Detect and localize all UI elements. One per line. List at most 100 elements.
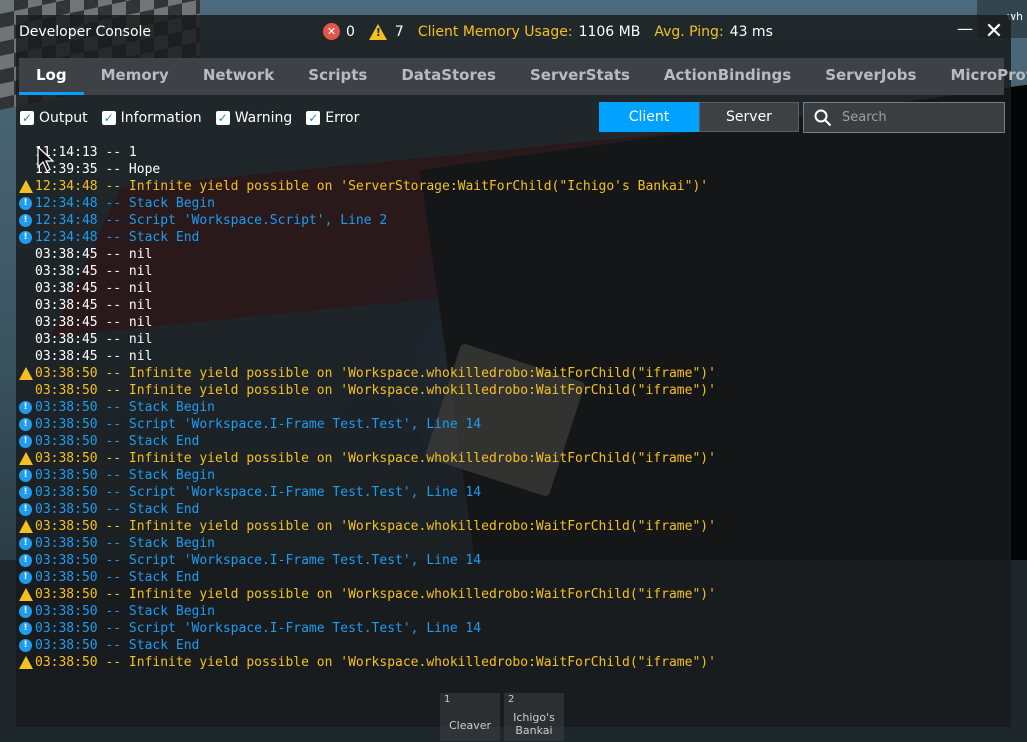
tab-log[interactable]: Log <box>19 58 84 95</box>
hotbar-slot-1[interactable]: 1 Cleaver <box>440 693 500 741</box>
hotbar-slot-number: 2 <box>508 694 515 705</box>
log-entry-text: 03:38:50 -- Script 'Workspace.I-Frame Te… <box>35 417 482 432</box>
ping-label: Avg. Ping: <box>654 23 724 40</box>
tab-serverstats[interactable]: ServerStats <box>513 58 647 95</box>
info-icon: ! <box>19 622 32 635</box>
filter-error[interactable]: ✓ Error <box>306 110 359 126</box>
hotbar-slot-label: Ichigo's Bankai <box>513 711 555 737</box>
tab-actionbindings[interactable]: ActionBindings <box>647 58 808 95</box>
warning-icon <box>19 180 33 193</box>
info-icon: ! <box>19 605 32 618</box>
output-checkbox-icon[interactable]: ✓ <box>20 111 34 125</box>
log-entry-text: 03:38:45 -- nil <box>35 315 153 330</box>
tab-serverjobs[interactable]: ServerJobs <box>808 58 933 95</box>
info-icon: ! <box>19 418 32 431</box>
log-entry-text: 03:38:50 -- Script 'Workspace.I-Frame Te… <box>35 621 482 636</box>
filter-output[interactable]: ✓ Output <box>20 110 88 126</box>
log-entry-text: 12:34:48 -- Stack Begin <box>35 196 216 211</box>
memory-value: 1106 MB <box>578 23 641 40</box>
log-output[interactable]: 11:14:13 -- 1 11:39:35 -- Hope 12:34:48 --… <box>16 144 1011 674</box>
minimize-button[interactable]: — <box>954 19 976 43</box>
log-entry-text: 03:38:50 -- Infinite yield possible on '… <box>35 519 716 534</box>
tab-memory[interactable]: Memory <box>84 58 186 95</box>
search-box[interactable] <box>803 102 1005 133</box>
hotbar-slot-2[interactable]: 2 Ichigo's Bankai <box>504 693 564 741</box>
ping-value: 43 ms <box>729 23 773 40</box>
tab-datastores[interactable]: DataStores <box>384 58 513 95</box>
log-entry-text: 03:38:45 -- nil <box>35 247 153 262</box>
log-entry-text: 03:38:50 -- Stack End <box>35 502 200 517</box>
log-entry-text: 03:38:50 -- Infinite yield possible on '… <box>35 366 716 381</box>
log-entry-text: 12:34:48 -- Infinite yield possible on '… <box>35 179 709 194</box>
info-icon: ! <box>19 554 32 567</box>
log-entry-text: 03:38:50 -- Stack End <box>35 638 200 653</box>
warning-icon <box>368 23 387 40</box>
info-icon: ! <box>19 214 32 227</box>
close-button[interactable]: ✕ <box>982 19 1006 45</box>
console-titlebar[interactable]: Developer Console ✕ 0 7 Client Memory Us… <box>16 15 1011 51</box>
log-entry-text: 03:38:50 -- Infinite yield possible on '… <box>35 383 716 398</box>
info-icon: ! <box>19 469 32 482</box>
info-icon: ! <box>19 401 32 414</box>
filter-error-label: Error <box>325 110 360 126</box>
client-server-toggle: Client Server <box>599 102 799 132</box>
log-entry-text: 12:34:48 -- Stack End <box>35 230 200 245</box>
search-input[interactable] <box>840 109 994 126</box>
log-entry-text: 03:38:50 -- Stack Begin <box>35 400 216 415</box>
log-entry-text: 03:38:50 -- Infinite yield possible on '… <box>35 587 716 602</box>
info-icon: ! <box>19 639 32 652</box>
filter-information-label: Information <box>120 110 202 126</box>
info-icon: ! <box>19 537 32 550</box>
warning-count: 7 <box>394 23 404 40</box>
log-entry-text: 03:38:50 -- Infinite yield possible on '… <box>35 451 716 466</box>
console-stats: ✕ 0 7 Client Memory Usage: 1106 MB Avg. … <box>323 23 773 40</box>
info-icon: ! <box>19 435 32 448</box>
log-entry-text: 03:38:50 -- Stack Begin <box>35 468 216 483</box>
information-checkbox-icon[interactable]: ✓ <box>101 111 116 125</box>
error-icon: ✕ <box>323 23 340 40</box>
console-tabs: Log Memory Network Scripts DataStores Se… <box>19 58 1027 95</box>
tab-microprofiler[interactable]: MicroProfiler <box>933 58 1027 95</box>
log-entry-text: 03:38:45 -- nil <box>35 281 153 296</box>
filter-warning-label: Warning <box>234 110 293 126</box>
info-icon: ! <box>19 231 32 244</box>
log-entry-text: 03:38:45 -- nil <box>35 298 153 313</box>
info-icon: ! <box>19 571 32 584</box>
console-title: Developer Console <box>19 24 152 40</box>
warning-icon <box>19 656 33 669</box>
log-entry-text: 03:38:50 -- Stack Begin <box>35 604 216 619</box>
tab-scripts[interactable]: Scripts <box>291 58 384 95</box>
filter-information[interactable]: ✓ Information <box>101 110 202 126</box>
log-filters: ✓ Output ✓ Information ✓ Warning ✓ Error <box>20 110 373 126</box>
error-checkbox-icon[interactable]: ✓ <box>306 111 321 125</box>
hotbar-slot-number: 1 <box>444 694 451 705</box>
developer-console: Developer Console ✕ 0 7 Client Memory Us… <box>16 15 1027 727</box>
info-icon: ! <box>19 197 32 210</box>
filter-warning[interactable]: ✓ Warning <box>215 110 293 126</box>
log-entry-text: 03:38:50 -- Script 'Workspace.I-Frame Te… <box>35 485 482 500</box>
filter-output-label: Output <box>39 110 88 126</box>
log-entry-text: 12:34:48 -- Script 'Workspace.Script', L… <box>35 213 388 228</box>
warning-icon <box>19 588 33 601</box>
error-count: 0 <box>346 23 355 40</box>
warning-icon <box>19 367 33 380</box>
log-entry-text: 03:38:50 -- Infinite yield possible on '… <box>35 655 716 670</box>
log-entry-text: 03:38:50 -- Stack Begin <box>35 536 216 551</box>
hotbar-slot-label: Cleaver <box>448 719 492 732</box>
client-button[interactable]: Client <box>599 102 699 132</box>
search-icon <box>814 109 832 126</box>
tab-network[interactable]: Network <box>186 58 291 95</box>
memory-label: Client Memory Usage: <box>417 23 573 40</box>
log-entry-text: 03:38:50 -- Script 'Workspace.I-Frame Te… <box>35 553 482 568</box>
log-entry-text: 03:38:50 -- Stack End <box>35 434 200 449</box>
server-button[interactable]: Server <box>699 102 799 132</box>
log-entry-text: 03:38:45 -- nil <box>35 264 153 279</box>
info-icon: ! <box>19 503 32 516</box>
warning-icon <box>19 452 33 465</box>
info-icon: ! <box>19 486 32 499</box>
warning-checkbox-icon[interactable]: ✓ <box>215 111 230 125</box>
log-entry-text: 03:38:50 -- Stack End <box>35 570 200 585</box>
log-entry-text: 03:38:45 -- nil <box>35 332 153 347</box>
mouse-cursor-icon <box>37 146 55 172</box>
log-entry-text: 03:38:45 -- nil <box>35 349 153 364</box>
